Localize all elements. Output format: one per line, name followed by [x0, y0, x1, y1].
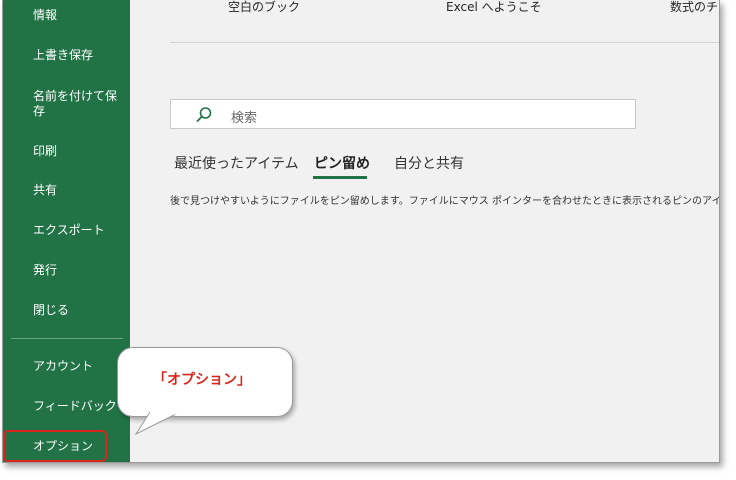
- sidebar-item-info[interactable]: 情報: [33, 8, 123, 23]
- tab-recent[interactable]: 最近使ったアイテム: [174, 153, 299, 173]
- sidebar-item-feedback[interactable]: フィードバック: [33, 399, 123, 414]
- tab-shared-with-me[interactable]: 自分と共有: [394, 153, 464, 173]
- sidebar-item-export[interactable]: エクスポート: [33, 223, 123, 238]
- pinned-description: 後で見つけやすいようにファイルをピン留めします。ファイルにマウス ポインターを合…: [170, 196, 720, 207]
- template-welcome[interactable]: Excel へようこそ: [446, 0, 542, 15]
- search-input[interactable]: 検索: [170, 99, 636, 129]
- tab-pinned[interactable]: ピン留め: [314, 153, 370, 173]
- backstage-sidebar: 情報 上書き保存 名前を付けて保 存 印刷 共有 エクスポート 発行 閉じる ア…: [3, 0, 130, 462]
- search-placeholder: 検索: [231, 111, 258, 126]
- sidebar-item-account[interactable]: アカウント: [33, 359, 123, 374]
- callout-text: 「オプション」: [153, 372, 251, 388]
- template-blank-workbook[interactable]: 空白のブック: [228, 0, 300, 15]
- sidebar-item-print[interactable]: 印刷: [33, 144, 123, 159]
- template-formula-tutorial[interactable]: 数式のチュ: [670, 0, 719, 15]
- sidebar-item-save[interactable]: 上書き保存: [33, 48, 123, 63]
- sidebar-item-share[interactable]: 共有: [33, 183, 123, 198]
- sidebar-item-publish[interactable]: 発行: [33, 263, 123, 278]
- search-icon: [195, 106, 213, 124]
- sidebar-item-save-as[interactable]: 名前を付けて保 存: [33, 89, 123, 119]
- sidebar-item-close[interactable]: 閉じる: [33, 303, 123, 318]
- excel-backstage-window: 情報 上書き保存 名前を付けて保 存 印刷 共有 エクスポート 発行 閉じる ア…: [2, 0, 720, 463]
- templates-divider: [170, 42, 719, 43]
- options-highlight-box: [3, 430, 107, 462]
- active-tab-indicator: [313, 176, 367, 179]
- sidebar-divider: [11, 338, 123, 339]
